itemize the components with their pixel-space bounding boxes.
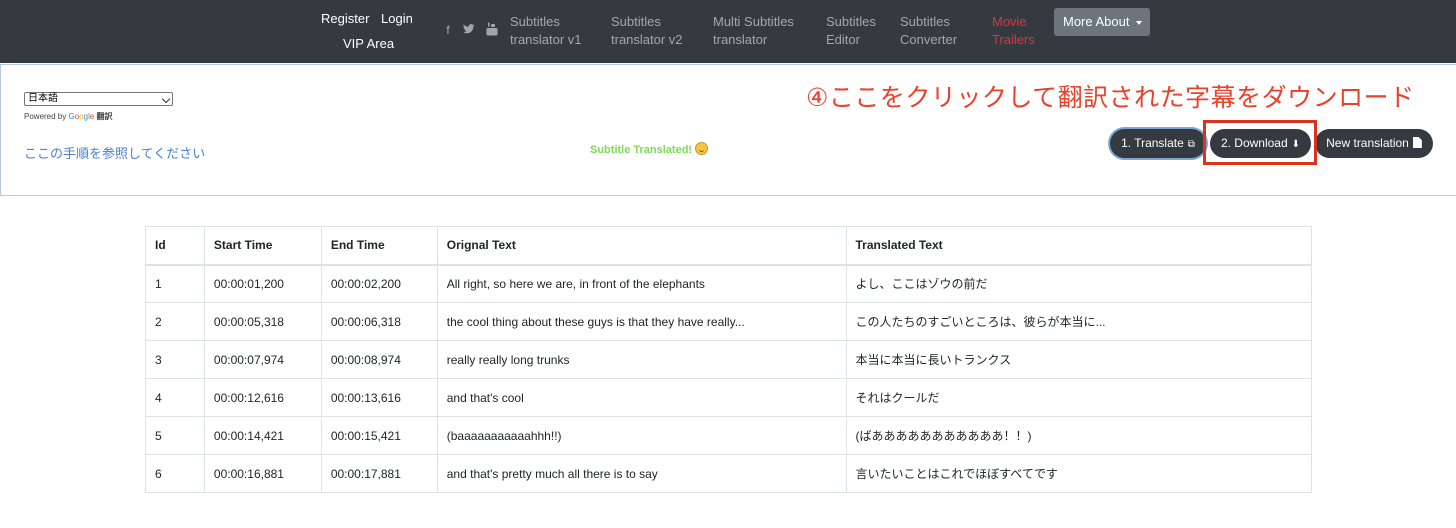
cell-end-time: 00:00:02,200 bbox=[320, 264, 438, 303]
cell-translated-text: 言いたいことはこれでほぼすべてです bbox=[845, 454, 1312, 493]
cell-start-time: 00:00:12,616 bbox=[203, 378, 322, 417]
cell-original-text: (baaaaaaaaaaahhh!!) bbox=[436, 416, 847, 455]
cell-start-time: 00:00:14,421 bbox=[203, 416, 322, 455]
chevron-down-icon bbox=[161, 94, 171, 104]
login-link[interactable]: Login bbox=[381, 10, 413, 28]
cell-id: 4 bbox=[145, 378, 205, 417]
cell-id: 5 bbox=[145, 416, 205, 455]
cell-start-time: 00:00:01,200 bbox=[203, 264, 322, 303]
header-end-time: End Time bbox=[320, 226, 438, 266]
header-id: Id bbox=[145, 226, 205, 266]
nav-multi-subtitles-translator[interactable]: Multi Subtitles translator bbox=[713, 13, 794, 49]
cell-id: 2 bbox=[145, 302, 205, 341]
download-instruction-annotation: ④ここをクリックして翻訳された字幕をダウンロード bbox=[806, 84, 1415, 112]
cell-end-time: 00:00:08,974 bbox=[320, 340, 438, 379]
header-translated-text: Translated Text bbox=[845, 226, 1312, 266]
subtitle-table: Id Start Time End Time Orignal Text Tran… bbox=[145, 226, 1312, 493]
table-row: 4 00:00:12,616 00:00:13,616 and that's c… bbox=[145, 378, 1312, 417]
nav-subtitles-editor[interactable]: Subtitles Editor bbox=[826, 13, 876, 49]
cell-end-time: 00:00:06,318 bbox=[320, 302, 438, 341]
cell-translated-text: よし、ここはゾウの前だ bbox=[845, 264, 1312, 303]
more-about-dropdown[interactable]: More About bbox=[1054, 8, 1150, 36]
cell-id: 1 bbox=[145, 264, 205, 303]
table-row: 5 00:00:14,421 00:00:15,421 (baaaaaaaaaa… bbox=[145, 416, 1312, 455]
nav-movie-trailers[interactable]: Movie Trailers bbox=[992, 13, 1035, 49]
language-select[interactable]: 日本語 bbox=[24, 92, 173, 106]
nav-subtitles-converter[interactable]: Subtitles Converter bbox=[900, 13, 957, 49]
cell-translated-text: (ばあああああああああああ！！) bbox=[845, 416, 1312, 455]
table-header-row: Id Start Time End Time Orignal Text Tran… bbox=[145, 226, 1312, 266]
table-row: 1 00:00:01,200 00:00:02,200 All right, s… bbox=[145, 264, 1312, 303]
cell-end-time: 00:00:17,881 bbox=[320, 454, 438, 493]
header-start-time: Start Time bbox=[203, 226, 322, 266]
register-link[interactable]: Register bbox=[321, 10, 369, 28]
cell-translated-text: それはクールだ bbox=[845, 378, 1312, 417]
youtube-icon[interactable] bbox=[485, 22, 499, 38]
cell-original-text: really really long trunks bbox=[436, 340, 847, 379]
cell-end-time: 00:00:15,421 bbox=[320, 416, 438, 455]
cell-translated-text: 本当に本当に長いトランクス bbox=[845, 340, 1312, 379]
header-original-text: Orignal Text bbox=[436, 226, 847, 266]
cell-start-time: 00:00:16,881 bbox=[203, 454, 322, 493]
cell-original-text: the cool thing about these guys is that … bbox=[436, 302, 847, 341]
table-row: 3 00:00:07,974 00:00:08,974 really reall… bbox=[145, 340, 1312, 379]
twitter-icon[interactable] bbox=[462, 22, 476, 38]
new-translation-button[interactable]: New translation bbox=[1315, 129, 1433, 158]
facebook-icon[interactable]: f bbox=[441, 22, 455, 38]
translate-button[interactable]: 1. Translate ⧉ bbox=[1110, 129, 1206, 158]
cell-original-text: and that's cool bbox=[436, 378, 847, 417]
caret-down-icon bbox=[1135, 20, 1142, 25]
status-message: Subtitle Translated! bbox=[590, 142, 709, 156]
top-navbar: Register Login VIP Area f Subtitles tran… bbox=[0, 0, 1456, 63]
file-icon bbox=[1412, 137, 1422, 148]
vip-area-link[interactable]: VIP Area bbox=[343, 35, 394, 53]
smile-emoji-icon bbox=[695, 142, 709, 155]
cell-id: 6 bbox=[145, 454, 205, 493]
download-highlight-box bbox=[1203, 120, 1317, 165]
table-row: 2 00:00:05,318 00:00:06,318 the cool thi… bbox=[145, 302, 1312, 341]
instructions-link[interactable]: ここの手順を参照してください bbox=[24, 143, 205, 162]
cell-original-text: and that's pretty much all there is to s… bbox=[436, 454, 847, 493]
cell-original-text: All right, so here we are, in front of t… bbox=[436, 264, 847, 303]
translate-icon: ⧉ bbox=[1187, 139, 1195, 150]
cell-start-time: 00:00:07,974 bbox=[203, 340, 322, 379]
nav-subtitles-translator-v1[interactable]: Subtitles translator v1 bbox=[510, 13, 582, 49]
cell-id: 3 bbox=[145, 340, 205, 379]
cell-end-time: 00:00:13,616 bbox=[320, 378, 438, 417]
table-row: 6 00:00:16,881 00:00:17,881 and that's p… bbox=[145, 454, 1312, 493]
google-logo: Google bbox=[68, 112, 95, 121]
google-translate-attribution: Powered by Google 翻訳 bbox=[24, 112, 113, 121]
cell-translated-text: この人たちのすごいところは、彼らが本当に... bbox=[845, 302, 1312, 341]
nav-subtitles-translator-v2[interactable]: Subtitles translator v2 bbox=[611, 13, 683, 49]
cell-start-time: 00:00:05,318 bbox=[203, 302, 322, 341]
